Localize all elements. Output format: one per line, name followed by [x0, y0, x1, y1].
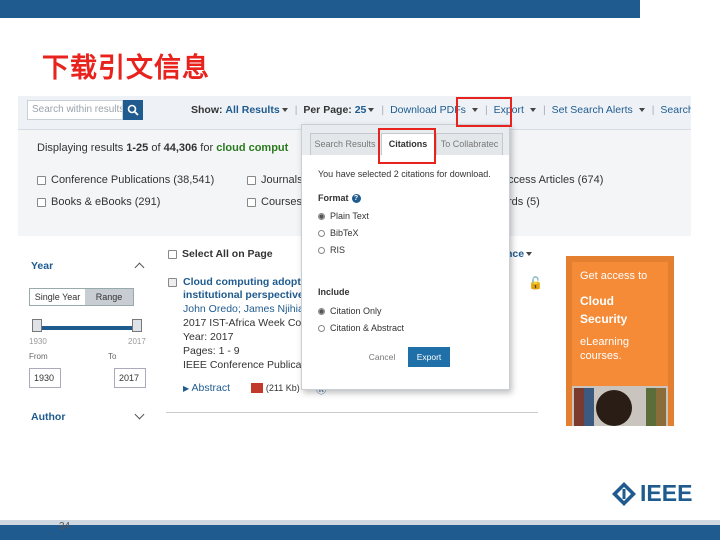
- bottom-banner: [0, 520, 720, 540]
- chevron-down-icon[interactable]: [134, 409, 145, 420]
- author-section-title[interactable]: Author: [31, 411, 65, 423]
- radio-selected[interactable]: [318, 213, 325, 221]
- result-title-line1[interactable]: Cloud computing adopti: [183, 276, 304, 288]
- include-citation-only[interactable]: Citation Only: [318, 306, 382, 316]
- result-checkbox[interactable]: [168, 276, 182, 288]
- format-plain-text[interactable]: Plain Text: [318, 211, 369, 221]
- export-button[interactable]: Export: [408, 347, 450, 367]
- ad-line-2: Cloud: [580, 294, 614, 308]
- export-citations-modal: Search Results Citations To Collabratec …: [301, 124, 510, 390]
- ad-line-5: courses.: [580, 350, 622, 362]
- range-option[interactable]: Range: [85, 289, 133, 305]
- filter-standards[interactable]: rds (5): [508, 196, 540, 208]
- search-button[interactable]: [123, 100, 143, 120]
- filter-books-ebooks[interactable]: Books & eBooks (291): [37, 196, 160, 208]
- select-all-on-page[interactable]: Select All on Page: [168, 248, 273, 260]
- ad-line-3: Security: [580, 312, 628, 326]
- result-pub-type: IEEE Conference Publicat: [183, 359, 305, 371]
- checkbox[interactable]: [37, 197, 46, 207]
- triangle-right-icon: ▶: [183, 384, 190, 393]
- format-label: Format?: [318, 193, 361, 204]
- filter-courses[interactable]: Courses: [247, 196, 302, 208]
- checkbox-checked[interactable]: [168, 277, 177, 287]
- single-year-option[interactable]: Single Year: [30, 289, 85, 305]
- tab-to-collabratec[interactable]: To Collabratec: [436, 133, 503, 155]
- elearning-ad-banner[interactable]: Get access to Cloud Security eLearning c…: [566, 256, 674, 426]
- to-label: To: [108, 352, 117, 361]
- include-citation-abstract[interactable]: Citation & Abstract: [318, 323, 404, 333]
- year-section-title[interactable]: Year: [31, 260, 53, 272]
- results-count: Displaying results 1-25 of 44,306 for cl…: [37, 142, 289, 154]
- checkbox[interactable]: [247, 175, 256, 185]
- tab-search-results[interactable]: Search Results: [310, 133, 380, 155]
- to-year-input[interactable]: 2017: [114, 368, 146, 388]
- cancel-button[interactable]: Cancel: [362, 347, 402, 367]
- radio[interactable]: [318, 325, 325, 333]
- export-dropdown[interactable]: Export: [494, 104, 536, 116]
- search-history-link[interactable]: Search History: [660, 104, 691, 116]
- selection-summary: You have selected 2 citations for downlo…: [318, 169, 491, 179]
- top-banner: [0, 0, 720, 20]
- filter-conference-publications[interactable]: Conference Publications (38,541): [37, 174, 214, 186]
- caret-down-icon: [281, 108, 288, 113]
- format-ris[interactable]: RIS: [318, 245, 345, 255]
- refine-sidebar: Year Single Year Range 1930 2017 From To…: [18, 236, 158, 426]
- checkbox[interactable]: [37, 175, 46, 185]
- caret-down-icon: [526, 252, 533, 257]
- result-year: Year: 2017: [183, 331, 234, 343]
- caret-down-icon: [471, 108, 478, 113]
- result-venue[interactable]: 2017 IST-Africa Week Con: [183, 317, 307, 329]
- include-label: Include: [318, 287, 350, 297]
- abstract-toggle[interactable]: ▶ Abstract: [183, 382, 230, 394]
- result-pages: Pages: 1 - 9: [183, 345, 240, 357]
- radio[interactable]: [318, 230, 325, 238]
- ad-line-4: eLearning: [580, 336, 629, 348]
- radio[interactable]: [318, 247, 325, 255]
- search-within-results-input[interactable]: Search within results: [27, 100, 123, 120]
- pdf-icon: [251, 383, 263, 394]
- format-bibtex[interactable]: BibTeX: [318, 228, 359, 238]
- radio-selected[interactable]: [318, 308, 325, 316]
- filter-journals[interactable]: Journals: [247, 174, 303, 186]
- result-authors[interactable]: John Oredo; James Njihia: [183, 303, 304, 315]
- from-label: From: [29, 352, 48, 361]
- caret-down-icon: [368, 108, 375, 113]
- ieee-logo: IEEE: [611, 480, 701, 508]
- year-slider-track[interactable]: [37, 326, 137, 330]
- pdf-link[interactable]: (211 Kb): [251, 382, 300, 394]
- year-slider-max-handle[interactable]: [132, 319, 142, 332]
- checkbox[interactable]: [247, 197, 256, 207]
- show-dropdown[interactable]: Show: All Results: [191, 104, 288, 116]
- toolbar-controls: Show: All Results | Per Page: 25 | Downloa…: [191, 104, 691, 116]
- caret-down-icon: [529, 108, 536, 113]
- slider-min-label: 1930: [29, 337, 47, 346]
- year-mode-toggle[interactable]: Single Year Range: [29, 288, 134, 306]
- slider-max-label: 2017: [128, 337, 146, 346]
- ieee-logo-text: IEEE: [640, 480, 693, 506]
- open-access-lock-icon: 🔓: [528, 276, 543, 290]
- search-icon: [127, 104, 139, 116]
- page-number: 34: [59, 521, 71, 532]
- caret-down-icon: [638, 108, 645, 113]
- year-slider-min-handle[interactable]: [32, 319, 42, 332]
- filter-open-access-articles[interactable]: ccess Articles (674): [508, 174, 603, 186]
- help-icon[interactable]: ?: [351, 194, 361, 204]
- modal-tabs: Search Results Citations To Collabratec: [302, 125, 509, 155]
- slide-title: 下载引文信息: [42, 53, 210, 84]
- per-page-dropdown[interactable]: Per Page: 25: [303, 104, 375, 116]
- divider: [166, 412, 538, 413]
- ad-line-1: Get access to: [580, 270, 648, 282]
- checkbox[interactable]: [168, 249, 177, 259]
- result-title-line2[interactable]: institutional perspective: [183, 289, 304, 301]
- from-year-input[interactable]: 1930: [29, 368, 61, 388]
- tab-citations[interactable]: Citations: [381, 133, 435, 155]
- chevron-up-icon[interactable]: [134, 262, 145, 273]
- set-search-alerts-dropdown[interactable]: Set Search Alerts: [552, 104, 645, 116]
- download-pdfs-dropdown[interactable]: Download PDFs: [390, 104, 478, 116]
- person-photo: [596, 390, 632, 426]
- ieee-diamond-icon: [612, 482, 636, 506]
